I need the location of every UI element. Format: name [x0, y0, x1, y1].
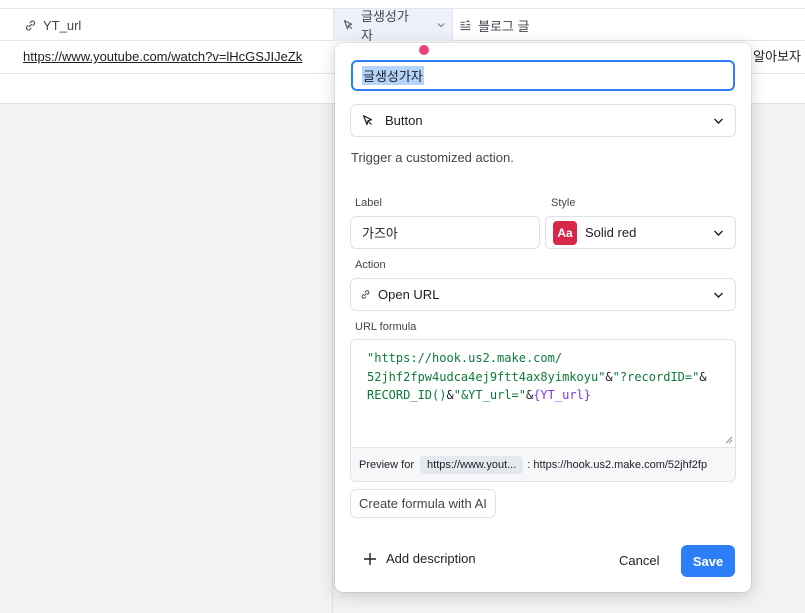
formula-field-ref: {YT_url}	[533, 388, 591, 402]
field-config-dialog: 글생성가자 Button Trigger a customized action…	[335, 43, 751, 592]
formula-preview: Preview for https://www.yout... : https:…	[351, 447, 735, 481]
chevron-down-icon	[714, 118, 723, 124]
preview-label: Preview for	[359, 459, 415, 471]
column-header-label: 블로그 글	[478, 18, 530, 34]
add-description-label: Add description	[386, 551, 476, 566]
action-select[interactable]: Open URL	[350, 278, 736, 311]
save-button[interactable]: Save	[681, 545, 735, 577]
formula-string: "?recordID="	[612, 369, 700, 384]
formula-operator: &	[446, 388, 454, 402]
add-description-button[interactable]: Add description	[363, 551, 476, 566]
field-type-select[interactable]: Button	[350, 104, 736, 137]
button-label-value: 가즈아	[362, 226, 398, 241]
column-header-blog[interactable]: 블로그 글	[453, 9, 805, 41]
create-formula-ai-button[interactable]: Create formula with AI	[350, 489, 496, 518]
preview-result: : https://hook.us2.make.com/52jhf2fp	[527, 459, 708, 471]
collaborator-cursor-dot	[419, 45, 429, 55]
preview-record-selector[interactable]: https://www.yout...	[420, 456, 524, 474]
label-title: Label	[355, 197, 382, 209]
chevron-down-icon	[714, 230, 723, 236]
yt-url-cell[interactable]: https://www.youtube.com/watch?v=lHcGSJIJ…	[23, 41, 302, 73]
link-icon	[25, 19, 36, 31]
long-text-icon	[460, 19, 471, 30]
column-header-label: 글생성가자	[361, 9, 409, 43]
button-label-input[interactable]: 가즈아	[350, 216, 540, 249]
formula-operator: &	[699, 369, 707, 384]
plus-icon	[364, 552, 376, 565]
url-formula-title: URL formula	[355, 321, 417, 333]
style-swatch-icon: Aa	[553, 220, 577, 245]
link-icon	[361, 290, 370, 299]
grid-header-row: YT_url 글생성가자 블로그 글	[0, 8, 805, 43]
resize-handle-icon[interactable]	[725, 436, 733, 444]
chevron-down-icon[interactable]	[436, 20, 446, 30]
formula-operator: &	[605, 369, 613, 384]
formula-string: 52jhf2fpw4udca4ej9ftt4ax8yimkoyu"	[367, 369, 606, 384]
style-title: Style	[551, 197, 576, 209]
formula-string: "&YT_url="	[453, 388, 526, 402]
column-header-yt-url[interactable]: YT_url	[0, 9, 333, 41]
url-formula-editor[interactable]: "https://hook.us2.make.com/ 52jhf2fpw4ud…	[350, 339, 736, 482]
cursor-icon	[363, 114, 373, 125]
action-title: Action	[355, 259, 386, 271]
button-style-select[interactable]: Aa Solid red	[545, 216, 736, 249]
field-name-value: 글생성가자	[362, 66, 424, 85]
field-name-input[interactable]: 글생성가자	[351, 60, 735, 91]
column-header-button-field[interactable]: 글생성가자	[333, 9, 453, 43]
column-header-label: YT_url	[43, 17, 82, 33]
cancel-button[interactable]: Cancel	[619, 553, 659, 568]
field-type-label: Button	[385, 113, 423, 128]
formula-code[interactable]: "https://hook.us2.make.com/ 52jhf2fpw4ud…	[367, 349, 721, 405]
style-value: Solid red	[585, 225, 637, 240]
action-value: Open URL	[378, 287, 440, 302]
column-divider	[332, 104, 333, 613]
formula-function: RECORD_ID()	[367, 388, 447, 402]
chevron-down-icon	[714, 292, 723, 298]
cursor-icon	[343, 19, 353, 29]
formula-string: "https://hook.us2.make.com/	[367, 351, 563, 365]
field-type-description: Trigger a customized action.	[351, 150, 514, 165]
